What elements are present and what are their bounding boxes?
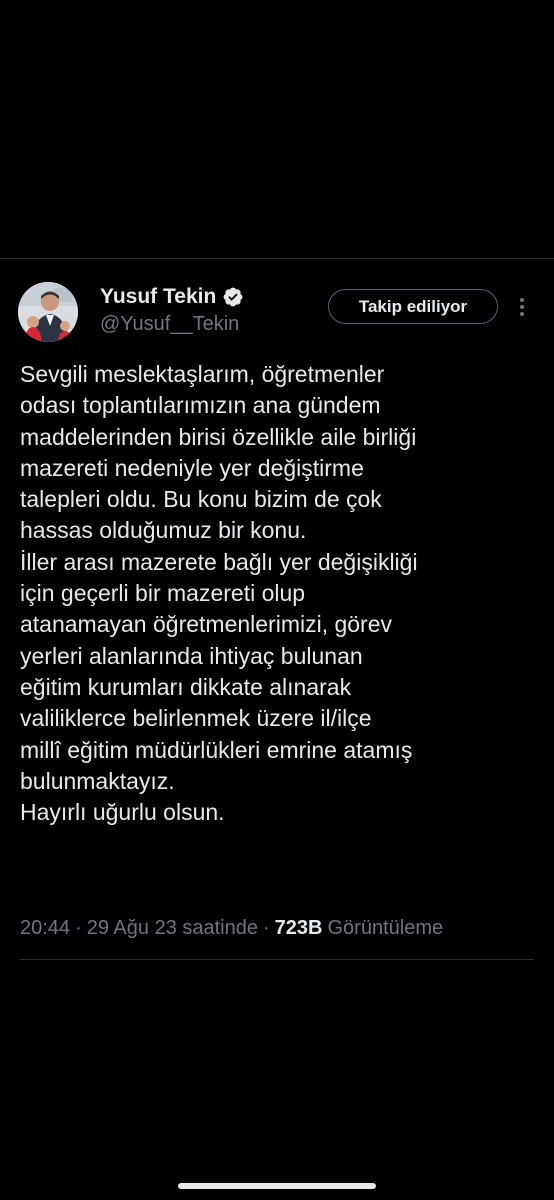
tweet-date[interactable]: 29 Ağu 23 saatinde bbox=[87, 917, 258, 940]
tweet-text-line: odası toplantılarımızın ana gündem bbox=[20, 392, 381, 419]
tweet-text: Sevgili meslektaşlarım, öğretmenler odas… bbox=[20, 359, 540, 828]
top-divider bbox=[0, 258, 554, 259]
tweet-text-line: atanamayan öğretmenlerimizi, görev bbox=[20, 611, 393, 638]
tweet-text-line: mazereti nedeniyle yer değiştirme bbox=[20, 454, 364, 481]
tweet-text-line: maddelerinden birisi özellikle aile birl… bbox=[20, 423, 417, 450]
tweet-text-line: Hayırlı uğurlu olsun. bbox=[20, 799, 225, 826]
home-indicator[interactable] bbox=[178, 1183, 376, 1189]
tweet-text-line: millî eğitim müdürlükleri emrine atamış bbox=[20, 736, 413, 763]
avatar-photo bbox=[18, 282, 78, 342]
views-label: Görüntüleme bbox=[327, 917, 444, 939]
tweet-text-line: İller arası mazerete bağlı yer değişikli… bbox=[20, 548, 418, 575]
tweet-time[interactable]: 20:44 bbox=[20, 917, 70, 940]
tweet-text-line: Sevgili meslektaşlarım, öğretmenler bbox=[20, 361, 385, 387]
verified-badge-icon bbox=[222, 286, 244, 308]
tweet-text-line: eğitim kurumları dikkate alınarak bbox=[20, 673, 352, 700]
name-row: Yusuf Tekin bbox=[100, 282, 244, 312]
meta-separator: · bbox=[263, 917, 270, 939]
more-vertical-icon[interactable] bbox=[514, 295, 530, 319]
following-button[interactable]: Takip ediliyor bbox=[328, 289, 498, 324]
tweet-text-line: talepleri oldu. Bu konu bizim de çok bbox=[20, 486, 382, 513]
tweet-text-line: bulunmaktayız. bbox=[20, 767, 175, 794]
tweet-text-line: valiliklerce belirlenmek üzere il/ilçe bbox=[20, 705, 372, 732]
meta-separator: · bbox=[75, 917, 82, 939]
tweet-text-line: yerleri alanlarında ihtiyaç bulunan bbox=[20, 642, 363, 669]
views-count[interactable]: 723B bbox=[275, 917, 323, 940]
tweet-meta: 20:44 · 29 Ağu 23 saatinde · 723B Görünt… bbox=[20, 917, 540, 940]
avatar[interactable] bbox=[18, 282, 78, 342]
bottom-divider bbox=[20, 959, 534, 960]
tweet-text-line: hassas olduğumuz bir konu. bbox=[20, 517, 307, 544]
display-name[interactable]: Yusuf Tekin bbox=[100, 285, 216, 309]
user-handle[interactable]: @Yusuf__Tekin bbox=[100, 313, 244, 336]
author-block: Yusuf Tekin @Yusuf__Tekin bbox=[100, 282, 244, 336]
tweet-text-line: için geçerli bir mazereti olup bbox=[20, 580, 306, 607]
